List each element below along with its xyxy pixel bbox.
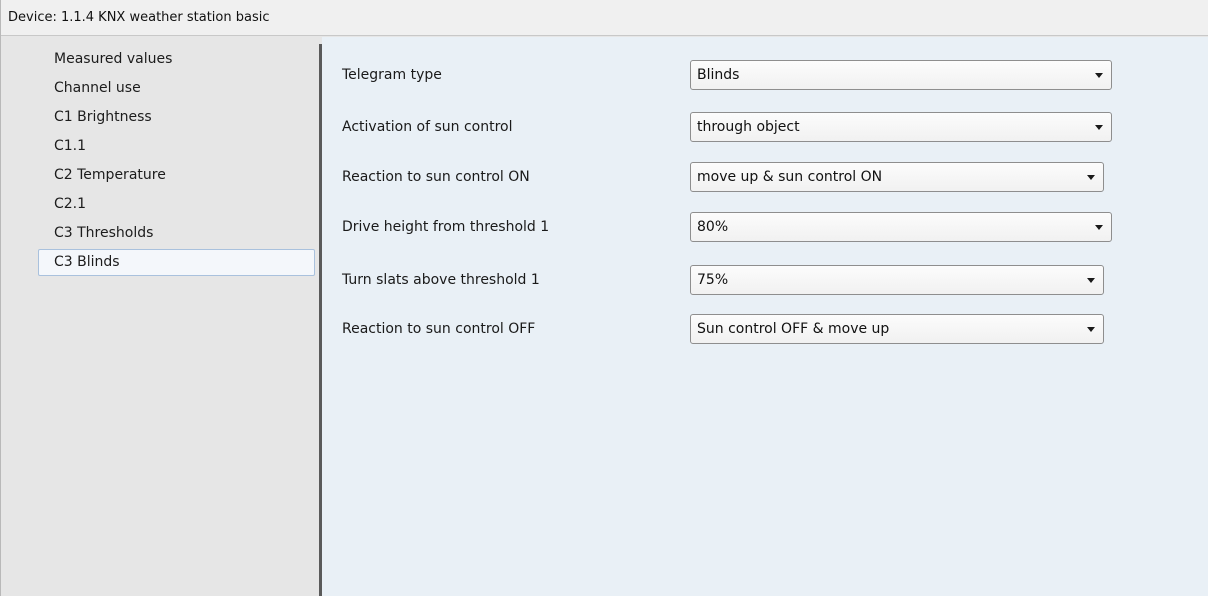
sidebar-item-label: C3 Thresholds — [54, 225, 154, 241]
sidebar-item-label: C2 Temperature — [54, 167, 166, 183]
param-row-reaction-sun-control-on: Reaction to sun control ON move up & sun… — [322, 159, 1208, 195]
param-label: Reaction to sun control ON — [342, 169, 530, 185]
chevron-down-icon — [1095, 125, 1103, 130]
sidebar-item-c1-brightness[interactable]: C1 Brightness — [1, 103, 319, 132]
param-row-activation-sun-control: Activation of sun control through object — [322, 109, 1208, 145]
parameter-page-list: Measured values Channel use C1 Brightnes… — [1, 37, 319, 596]
sidebar-item-label: C1 Brightness — [54, 109, 152, 125]
param-row-turn-slats-threshold-1: Turn slats above threshold 1 75% — [322, 262, 1208, 298]
chevron-down-icon — [1087, 327, 1095, 332]
param-label: Reaction to sun control OFF — [342, 321, 536, 337]
device-title-bar: Device: 1.1.4 KNX weather station basic — [1, 0, 1208, 36]
chevron-down-icon — [1087, 175, 1095, 180]
select-value: 75% — [697, 272, 729, 288]
device-title: Device: 1.1.4 KNX weather station basic — [8, 10, 270, 25]
activation-sun-control-select[interactable]: through object — [690, 112, 1112, 142]
device-parameter-window: Device: 1.1.4 KNX weather station basic … — [0, 0, 1208, 596]
telegram-type-select[interactable]: Blinds — [690, 60, 1112, 90]
sidebar-item-label: Measured values — [54, 51, 173, 67]
param-label: Drive height from threshold 1 — [342, 219, 550, 235]
sidebar-item-measured-values[interactable]: Measured values — [1, 45, 319, 74]
select-value: Sun control OFF & move up — [697, 321, 890, 337]
sidebar-item-label: C2.1 — [54, 196, 87, 212]
drive-height-threshold-1-select[interactable]: 80% — [690, 212, 1112, 242]
reaction-sun-control-on-select[interactable]: move up & sun control ON — [690, 162, 1104, 192]
reaction-sun-control-off-select[interactable]: Sun control OFF & move up — [690, 314, 1104, 344]
chevron-down-icon — [1095, 225, 1103, 230]
sidebar-item-c2-1[interactable]: C2.1 — [1, 190, 319, 219]
param-row-telegram-type: Telegram type Blinds — [322, 57, 1208, 93]
sidebar-item-label: Channel use — [54, 80, 141, 96]
sidebar-item-channel-use[interactable]: Channel use — [1, 74, 319, 103]
parameter-panel: Telegram type Blinds Activation of sun c… — [322, 37, 1208, 596]
sidebar-item-label: C1.1 — [54, 138, 87, 154]
sidebar-item-c3-blinds[interactable]: C3 Blinds — [38, 249, 315, 276]
sidebar-item-c3-thresholds[interactable]: C3 Thresholds — [1, 219, 319, 248]
chevron-down-icon — [1087, 278, 1095, 283]
select-value: move up & sun control ON — [697, 169, 883, 185]
param-label: Turn slats above threshold 1 — [342, 272, 540, 288]
select-value: Blinds — [697, 67, 740, 83]
param-row-drive-height-threshold-1: Drive height from threshold 1 80% — [322, 209, 1208, 245]
sidebar-item-label: C3 Blinds — [54, 254, 120, 270]
param-label: Telegram type — [342, 67, 442, 83]
chevron-down-icon — [1095, 73, 1103, 78]
select-value: 80% — [697, 219, 729, 235]
sidebar-item-c2-temperature[interactable]: C2 Temperature — [1, 161, 319, 190]
sidebar-item-c1-1[interactable]: C1.1 — [1, 132, 319, 161]
param-label: Activation of sun control — [342, 119, 513, 135]
select-value: through object — [697, 119, 800, 135]
turn-slats-threshold-1-select[interactable]: 75% — [690, 265, 1104, 295]
param-row-reaction-sun-control-off: Reaction to sun control OFF Sun control … — [322, 311, 1208, 347]
